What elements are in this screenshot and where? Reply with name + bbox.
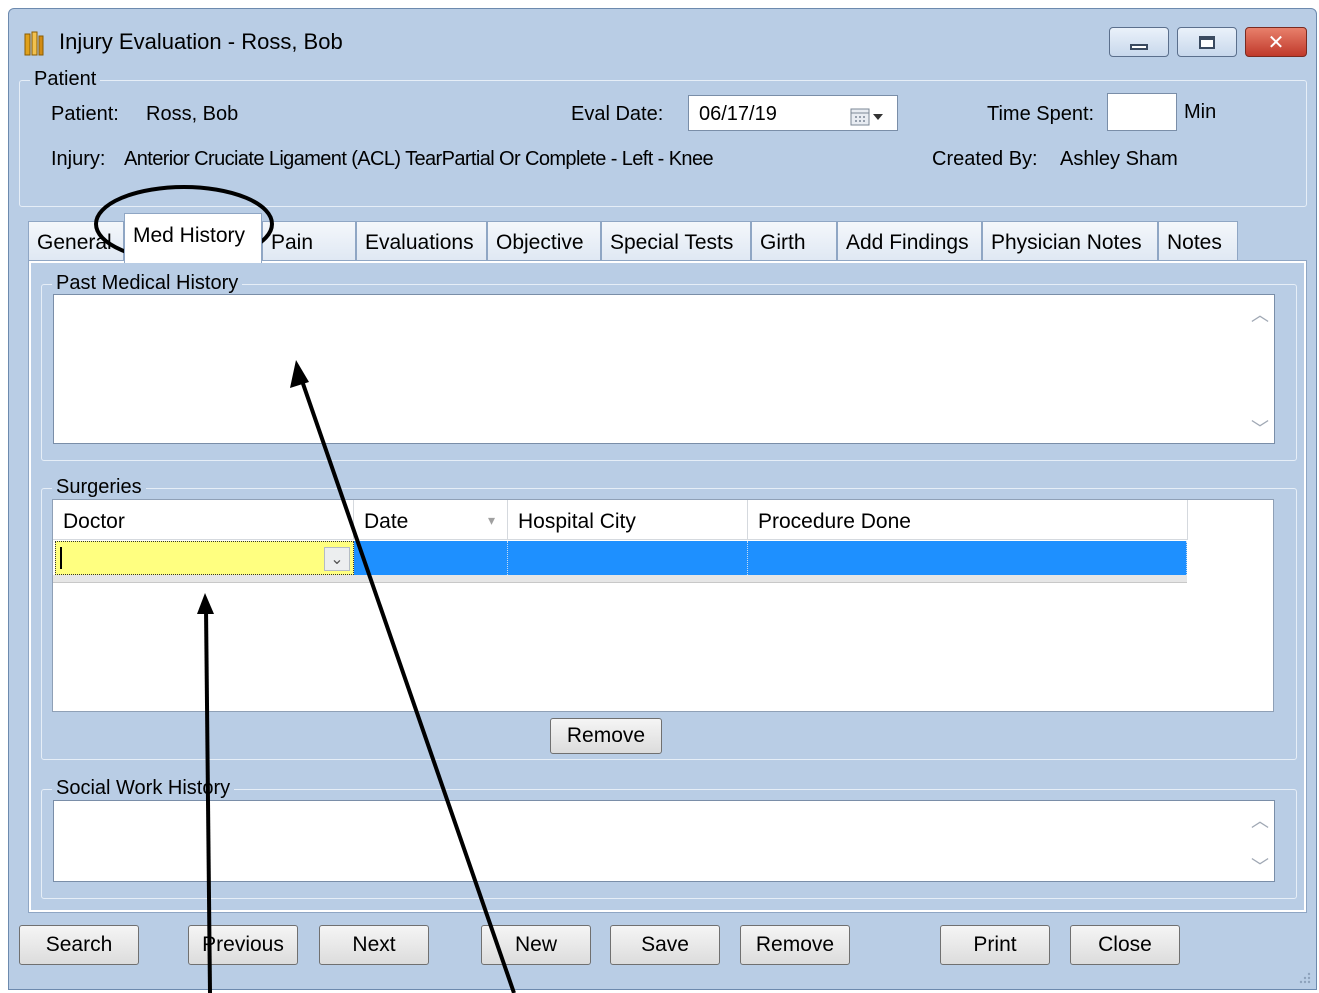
created-by-label: Created By: (932, 148, 1038, 170)
new-row-placeholder (53, 575, 1187, 583)
maximize-icon (1199, 35, 1215, 49)
minimize-icon (1130, 44, 1148, 50)
social-work-history-textarea[interactable]: ︿ ﹀ (53, 800, 1275, 882)
time-unit-label: Min (1184, 101, 1217, 123)
tab-pain[interactable]: Pain (262, 221, 356, 261)
tab-notes[interactable]: Notes (1158, 221, 1238, 261)
past-medical-history-scrollbar[interactable]: ︿ ﹀ (1248, 297, 1272, 441)
scroll-up-icon[interactable]: ︿ (1248, 301, 1272, 326)
close-button[interactable]: Close (1070, 925, 1180, 965)
sort-chevron-icon: ▾ (487, 513, 495, 529)
remove-button[interactable]: Remove (740, 925, 850, 965)
social-work-history-legend: Social Work History (52, 777, 235, 800)
next-button[interactable]: Next (319, 925, 429, 965)
remove-surgery-button[interactable]: Remove (550, 718, 662, 754)
previous-button[interactable]: Previous (188, 925, 298, 965)
maximize-button[interactable] (1177, 27, 1237, 57)
calendar-dropdown-icon[interactable] (849, 103, 899, 133)
past-medical-history-legend: Past Medical History (52, 272, 243, 295)
column-header-procedure-done[interactable]: Procedure Done (748, 500, 1188, 540)
table-row[interactable]: ⌄ (53, 541, 1187, 575)
injury-value: Anterior Cruciate Ligament (ACL) TearPar… (124, 148, 714, 170)
text-caret (60, 547, 62, 569)
chevron-down-icon[interactable]: ⌄ (324, 547, 350, 571)
surgeries-grid[interactable]: Doctor Date ▾ Hospital City Procedure Do… (52, 499, 1274, 712)
hospital-city-cell[interactable] (508, 541, 748, 575)
tab-girth[interactable]: Girth (751, 221, 837, 261)
resize-grip-icon[interactable] (1298, 971, 1312, 985)
scroll-down-icon[interactable]: ﹀ (1248, 853, 1272, 878)
patient-name: Ross, Bob (146, 103, 239, 125)
tab-physician-notes[interactable]: Physician Notes (982, 221, 1158, 261)
past-medical-history-textarea[interactable]: ︿ ﹀ (53, 294, 1275, 444)
tab-med-history[interactable]: Med History (124, 213, 262, 263)
print-button[interactable]: Print (940, 925, 1050, 965)
tab-objective[interactable]: Objective (487, 221, 601, 261)
procedure-done-cell[interactable] (748, 541, 1187, 575)
patient-label: Patient: (51, 103, 119, 125)
search-button[interactable]: Search (19, 925, 139, 965)
time-spent-label: Time Spent: (987, 103, 1095, 125)
patient-group-legend: Patient (30, 68, 101, 91)
column-header-date[interactable]: Date ▾ (354, 500, 508, 540)
app-icon (24, 31, 44, 56)
title-bar: Injury Evaluation - Ross, Bob ✕ (9, 9, 1316, 71)
window-title: Injury Evaluation - Ross, Bob (59, 29, 343, 54)
close-window-button[interactable]: ✕ (1245, 27, 1307, 57)
eval-date-value: 06/17/19 (699, 103, 777, 125)
tab-special-tests[interactable]: Special Tests (601, 221, 751, 261)
social-work-history-scrollbar[interactable]: ︿ ﹀ (1248, 803, 1272, 879)
minimize-button[interactable] (1109, 27, 1169, 57)
column-header-date-label: Date (364, 510, 409, 533)
eval-date-label: Eval Date: (571, 103, 664, 125)
column-header-doctor[interactable]: Doctor (53, 500, 354, 540)
scroll-up-icon[interactable]: ︿ (1248, 807, 1272, 832)
new-button[interactable]: New (481, 925, 591, 965)
close-icon: ✕ (1267, 30, 1285, 54)
scroll-down-icon[interactable]: ﹀ (1248, 415, 1272, 440)
created-by-value: Ashley Sham (1060, 148, 1178, 170)
tab-general[interactable]: General (28, 221, 124, 261)
save-button[interactable]: Save (610, 925, 720, 965)
injury-label: Injury: (51, 148, 106, 170)
tab-add-findings[interactable]: Add Findings (837, 221, 982, 261)
column-header-hospital-city[interactable]: Hospital City (508, 500, 748, 540)
date-cell[interactable] (354, 541, 508, 575)
injury-evaluation-window: Injury Evaluation - Ross, Bob ✕ Patient … (8, 8, 1317, 990)
surgeries-legend: Surgeries (52, 476, 146, 499)
doctor-cell-dropdown[interactable]: ⌄ (55, 541, 354, 575)
time-spent-input[interactable] (1107, 93, 1177, 131)
tab-evaluations[interactable]: Evaluations (356, 221, 487, 261)
